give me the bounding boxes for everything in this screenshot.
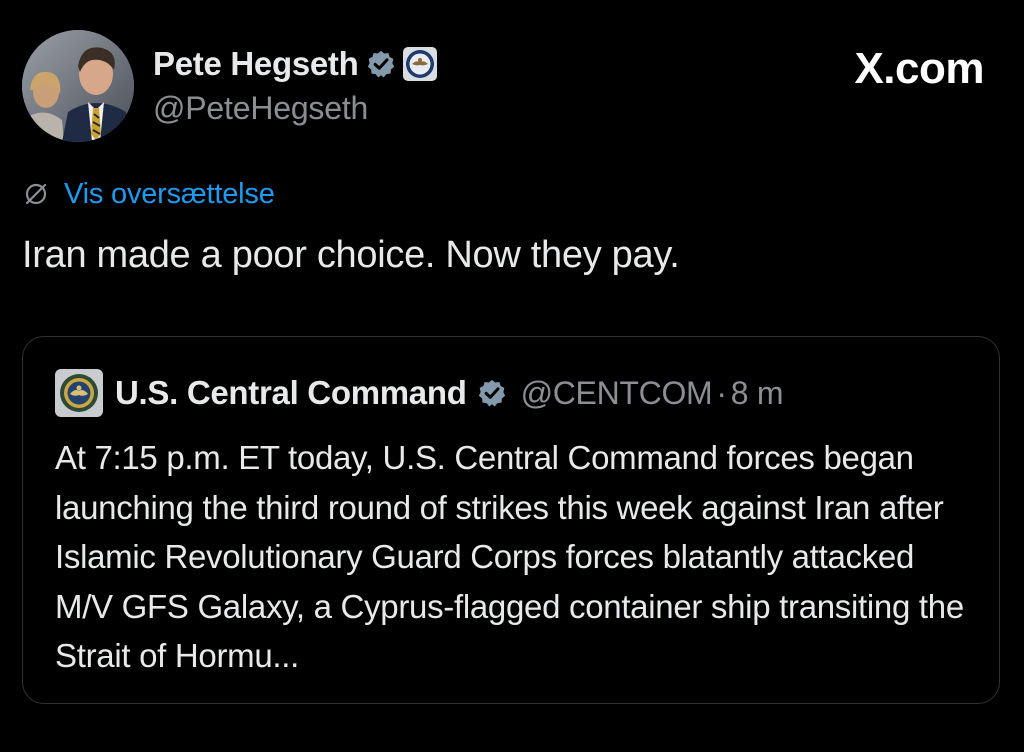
separator-dot: · — [716, 374, 727, 411]
author-handle[interactable]: @PeteHegseth — [153, 90, 368, 127]
quoted-tweet-header: U.S. Central Command @CENTCOM · 8 m — [55, 369, 784, 417]
department-of-defense-seal-icon — [403, 47, 438, 81]
author-name-row: Pete Hegseth — [153, 42, 438, 86]
author-name[interactable]: Pete Hegseth — [153, 45, 359, 83]
translate-link[interactable]: Vis oversættelse — [22, 174, 275, 214]
quoted-tweet-card[interactable]: U.S. Central Command @CENTCOM · 8 m At 7… — [22, 336, 1000, 704]
quoted-author-handle[interactable]: @CENTCOM — [521, 375, 713, 412]
translate-label[interactable]: Vis oversættelse — [64, 178, 275, 211]
brand-watermark: X.com — [854, 44, 984, 93]
author-avatar[interactable] — [22, 30, 134, 142]
tweet-text: Iran made a poor choice. Now they pay. — [22, 234, 680, 276]
translate-globe-icon — [25, 183, 47, 205]
quoted-timestamp[interactable]: 8 m — [731, 375, 784, 412]
verified-badge-icon — [368, 50, 395, 78]
centcom-seal-icon[interactable] — [55, 369, 103, 417]
verified-badge-icon — [478, 379, 505, 407]
quoted-author-name[interactable]: U.S. Central Command — [115, 374, 467, 412]
quoted-tweet-text: At 7:15 p.m. ET today, U.S. Central Comm… — [55, 439, 964, 674]
